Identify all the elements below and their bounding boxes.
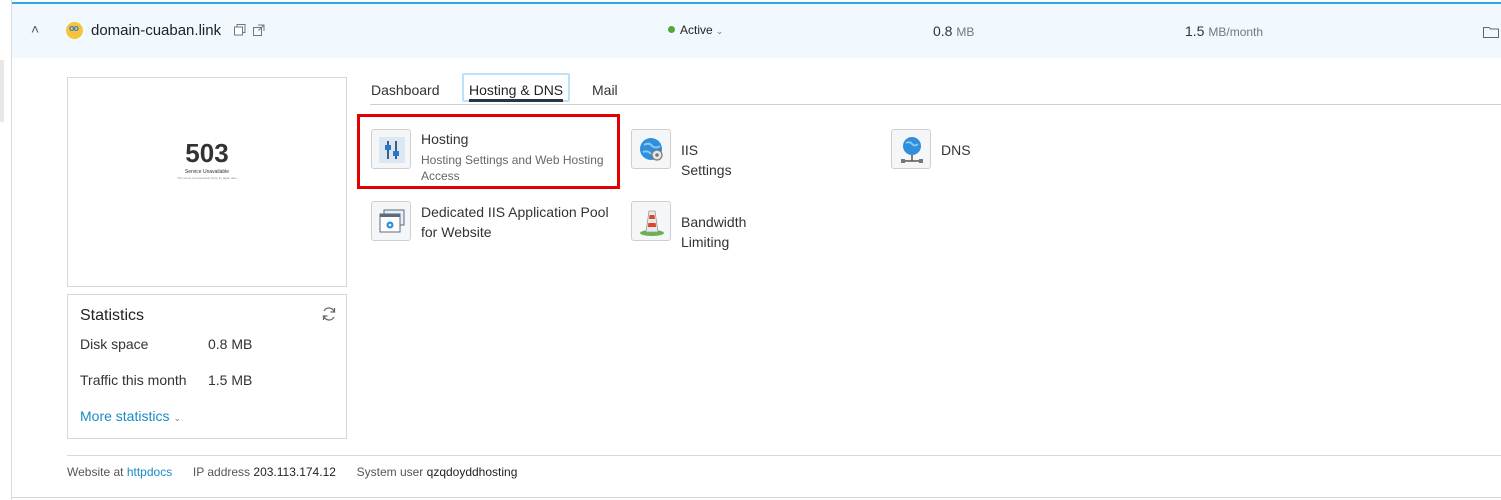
- more-statistics-label: More statistics: [80, 408, 170, 424]
- traffic-month-label: Traffic this month: [80, 372, 187, 388]
- traffic-usage-value: 1.5: [1185, 23, 1205, 39]
- preview-error-subtext: The server is temporarily busy, try agai…: [177, 176, 237, 180]
- chevron-down-icon: ⌄: [715, 26, 724, 36]
- system-user-label: System user: [356, 465, 424, 479]
- active-tab-indicator: [469, 99, 563, 102]
- disk-space-label: Disk space: [80, 336, 149, 352]
- footer-divider: [67, 455, 1501, 456]
- statistics-panel: Statistics Disk space 0.8 MB Traffic thi…: [67, 294, 347, 439]
- traffic-usage: 1.5 MB/month: [1185, 23, 1263, 39]
- subscription-footer: Website at httpdocs IP address 203.113.1…: [67, 465, 517, 479]
- left-scroll-strip: [0, 0, 12, 500]
- disk-usage: 0.8 MB: [933, 23, 974, 39]
- copy-icon[interactable]: [234, 24, 246, 36]
- preview-error-message: Service Unavailable: [184, 169, 230, 175]
- subscription-header[interactable]: ˄ domain-cuaban.link Active⌄ 0.8 MB 1.5 …: [12, 4, 1501, 58]
- traffic-cone-icon: [631, 201, 671, 241]
- subscription-card: ˄ domain-cuaban.link Active⌄ 0.8 MB 1.5 …: [12, 0, 1501, 500]
- tab-dashboard[interactable]: Dashboard: [371, 82, 440, 98]
- domain-favicon-icon: [66, 22, 83, 39]
- refresh-icon[interactable]: [321, 306, 337, 322]
- website-label: Website at: [67, 465, 124, 479]
- tool-bandwidth-limiting-title: Bandwidth Limiting: [681, 214, 747, 250]
- globe-gear-icon: [631, 129, 671, 169]
- httpdocs-link[interactable]: httpdocs: [127, 465, 172, 479]
- ip-address-value: 203.113.174.12: [253, 465, 336, 479]
- tab-hosting-dns[interactable]: Hosting & DNS: [462, 73, 570, 102]
- more-statistics-link[interactable]: More statistics ⌄: [80, 408, 181, 424]
- status-dropdown[interactable]: Active ⌄: [668, 23, 723, 37]
- folder-icon[interactable]: [1483, 26, 1499, 38]
- disk-usage-value: 0.8: [933, 23, 953, 39]
- ip-address-label: IP address: [192, 465, 251, 479]
- tab-bar: Dashboard Hosting & DNS Mail: [370, 73, 1501, 105]
- status-label: Active: [680, 23, 713, 37]
- tab-hosting-dns-label: Hosting & DNS: [469, 82, 564, 98]
- tool-dedicated-iis-pool-title: Dedicated IIS Application Pool for Websi…: [421, 204, 609, 240]
- statistics-title: Statistics: [80, 307, 145, 324]
- preview-icon[interactable]: [253, 24, 265, 36]
- collapse-chevron-icon[interactable]: ˄: [31, 21, 39, 37]
- tool-dns-title: DNS: [941, 142, 971, 158]
- active-status-dot-icon: [668, 26, 675, 33]
- globe-network-icon: [891, 129, 931, 169]
- card-bottom-border: [12, 497, 1501, 498]
- preview-error-code: 503: [185, 138, 229, 168]
- website-preview-thumbnail[interactable]: 503 Service Unavailable The server is te…: [67, 77, 347, 287]
- domain-name-link[interactable]: domain-cuaban.link: [91, 22, 221, 39]
- chevron-down-icon: ⌄: [173, 413, 182, 423]
- tool-iis-settings-title: IIS Settings: [681, 142, 732, 178]
- traffic-usage-unit: MB/month: [1208, 25, 1264, 39]
- tab-mail[interactable]: Mail: [592, 82, 618, 98]
- scroll-marker: [0, 60, 4, 122]
- app-pool-icon: [371, 201, 411, 241]
- disk-space-value: 0.8 MB: [208, 336, 253, 352]
- traffic-month-value: 1.5 MB: [208, 372, 253, 388]
- highlight-box: [357, 114, 620, 189]
- disk-usage-unit: MB: [956, 25, 975, 39]
- system-user-value: qzqdoyddhosting: [426, 465, 518, 479]
